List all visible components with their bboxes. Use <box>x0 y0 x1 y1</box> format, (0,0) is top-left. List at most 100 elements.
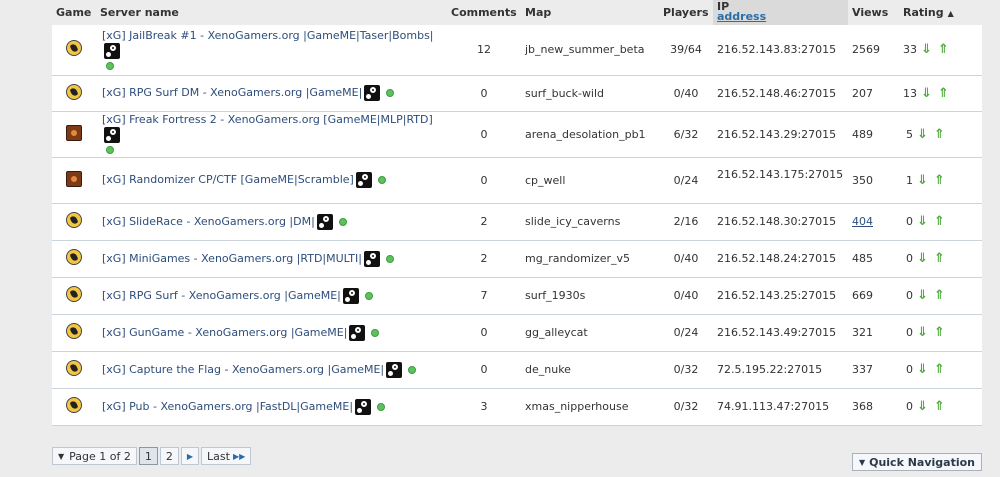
page-jump-button[interactable]: ▼ Page 1 of 2 <box>52 447 137 465</box>
views-link[interactable]: 404 <box>852 215 873 228</box>
vote-up-icon[interactable]: ⇑ <box>934 399 945 414</box>
players-count: 0/32 <box>673 363 699 376</box>
css-game-icon <box>66 286 82 302</box>
steam-icon[interactable] <box>364 85 381 101</box>
double-arrow-icon: ▶▶ <box>232 451 246 461</box>
comments-count: 7 <box>480 289 488 302</box>
views-count: 368 <box>852 400 873 413</box>
table-row: [xG] RPG Surf DM - XenoGamers.org |GameM… <box>52 75 982 111</box>
css-game-icon <box>66 249 82 265</box>
rating-header-label: Rating <box>903 6 944 19</box>
css-game-icon <box>66 360 82 376</box>
pagination: ▼ Page 1 of 2 1 2 ▶ Last ▶▶ <box>52 445 252 467</box>
steam-icon[interactable] <box>104 127 120 143</box>
vote-up-icon[interactable]: ⇑ <box>934 362 945 377</box>
col-header-ip-address[interactable]: IP address <box>713 0 848 25</box>
quick-nav-label: Quick Navigation <box>869 455 975 469</box>
server-name-link[interactable]: [xG] JailBreak #1 - XenoGamers.org |Game… <box>102 29 434 42</box>
server-ip: 216.52.143.49:27015 <box>717 326 837 339</box>
css-game-icon <box>66 397 82 413</box>
col-header-server-name[interactable]: Server name <box>96 0 447 25</box>
vote-up-icon[interactable]: ⇑ <box>934 251 945 266</box>
col-header-game[interactable]: Game <box>52 0 96 25</box>
vote-down-icon[interactable]: ⇓ <box>917 362 928 377</box>
server-name-link[interactable]: [xG] MiniGames - XenoGamers.org |RTD|MUL… <box>102 252 362 265</box>
col-header-views[interactable]: Views <box>848 0 899 25</box>
steam-icon[interactable] <box>104 42 120 59</box>
server-ip: 216.52.143.29:27015 <box>717 127 837 141</box>
vote-down-icon[interactable]: ⇓ <box>921 42 932 57</box>
sort-asc-icon[interactable]: ▲ <box>948 9 954 18</box>
steam-icon[interactable] <box>316 213 333 230</box>
players-count: 39/64 <box>670 43 702 57</box>
table-header-row: Game Server name Comments Map Players IP… <box>52 0 982 25</box>
vote-up-icon[interactable]: ⇑ <box>938 42 949 57</box>
players-count: 0/40 <box>673 86 699 100</box>
online-status-icon <box>338 217 347 226</box>
server-ip: 216.52.148.24:27015 <box>717 252 837 265</box>
caret-down-icon: ▼ <box>58 451 65 461</box>
vote-up-icon[interactable]: ⇑ <box>934 288 945 303</box>
server-ip: 216.52.143.25:27015 <box>717 289 837 302</box>
vote-up-icon[interactable]: ⇑ <box>934 325 945 340</box>
vote-up-icon[interactable]: ⇑ <box>934 214 945 229</box>
page-1-button[interactable]: 1 <box>138 447 158 465</box>
css-game-icon <box>66 323 82 339</box>
vote-up-icon[interactable]: ⇑ <box>934 173 945 188</box>
col-header-comments[interactable]: Comments <box>447 0 521 25</box>
server-name-link[interactable]: [xG] Freak Fortress 2 - XenoGamers.org [… <box>102 113 433 126</box>
comments-count: 0 <box>480 173 488 187</box>
page-2-button[interactable]: 2 <box>159 447 179 465</box>
next-page-button[interactable]: ▶ <box>180 447 200 465</box>
table-row: [xG] Randomizer CP/CTF [GameME|Scramble]… <box>52 157 982 203</box>
server-name-link[interactable]: [xG] RPG Surf DM - XenoGamers.org |GameM… <box>102 86 362 99</box>
server-name-link[interactable]: [xG] SlideRace - XenoGamers.org |DM| <box>102 215 315 228</box>
map-name: gg_alleycat <box>525 326 588 339</box>
rating-value: 33 <box>903 43 917 57</box>
steam-icon[interactable] <box>355 398 372 415</box>
vote-up-icon[interactable]: ⇑ <box>938 86 949 101</box>
vote-down-icon[interactable]: ⇓ <box>917 325 928 340</box>
server-name-link[interactable]: [xG] Capture the Flag - XenoGamers.org |… <box>102 363 384 376</box>
steam-icon[interactable] <box>355 172 372 188</box>
server-name-link[interactable]: [xG] Pub - XenoGamers.org |FastDL|GameME… <box>102 400 353 413</box>
col-header-players[interactable]: Players <box>659 0 713 25</box>
comments-count: 0 <box>480 86 488 100</box>
views-count: 350 <box>852 173 873 187</box>
server-ip: 74.91.113.47:27015 <box>717 400 830 413</box>
steam-icon[interactable] <box>363 250 380 267</box>
vote-down-icon[interactable]: ⇓ <box>917 127 928 142</box>
last-label: Last <box>207 449 230 463</box>
online-status-icon <box>385 254 394 263</box>
css-game-icon <box>66 83 82 100</box>
players-count: 0/32 <box>673 400 699 413</box>
steam-icon[interactable] <box>342 287 359 304</box>
server-name-link[interactable]: [xG] RPG Surf - XenoGamers.org |GameME| <box>102 289 341 302</box>
vote-down-icon[interactable]: ⇓ <box>921 86 932 101</box>
steam-icon[interactable] <box>349 324 366 341</box>
rating-value: 5 <box>906 127 913 141</box>
views-count: 337 <box>852 363 873 376</box>
vote-down-icon[interactable]: ⇓ <box>917 173 928 188</box>
online-status-icon <box>106 146 114 154</box>
vote-down-icon[interactable]: ⇓ <box>917 399 928 414</box>
vote-down-icon[interactable]: ⇓ <box>917 288 928 303</box>
col-header-map[interactable]: Map <box>521 0 659 25</box>
ip-header-link[interactable]: address <box>717 10 844 23</box>
server-name-link[interactable]: [xG] GunGame - XenoGamers.org |GameME| <box>102 326 347 339</box>
left-gutter <box>0 0 52 477</box>
vote-up-icon[interactable]: ⇑ <box>934 127 945 142</box>
col-header-rating[interactable]: Rating ▲ <box>899 0 982 25</box>
online-status-icon <box>364 291 373 300</box>
vote-down-icon[interactable]: ⇓ <box>917 251 928 266</box>
map-name: jb_new_summer_beta <box>525 43 645 57</box>
last-page-button[interactable]: Last ▶▶ <box>201 447 252 465</box>
steam-icon[interactable] <box>386 361 403 378</box>
server-name-link[interactable]: [xG] Randomizer CP/CTF [GameME|Scramble] <box>102 173 354 186</box>
comments-count: 3 <box>480 400 488 413</box>
vote-down-icon[interactable]: ⇓ <box>917 214 928 229</box>
rating-value: 0 <box>906 400 913 413</box>
table-row: [xG] Pub - XenoGamers.org |FastDL|GameME… <box>52 388 982 425</box>
quick-navigation-button[interactable]: ▼ Quick Navigation <box>851 453 982 471</box>
online-status-icon <box>386 89 395 97</box>
